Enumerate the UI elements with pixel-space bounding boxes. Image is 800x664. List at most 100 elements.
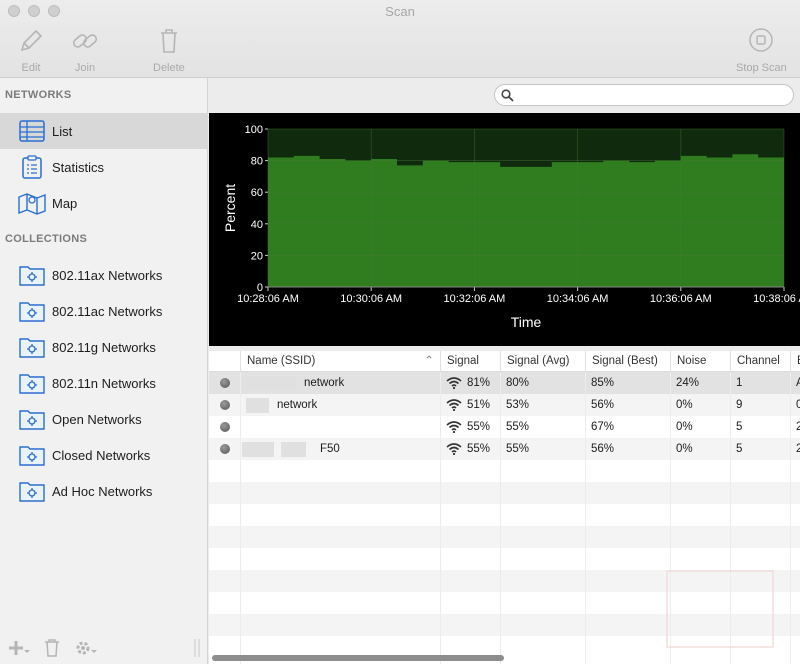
sidebar-item-open-networks[interactable]: Open Networks: [0, 401, 208, 437]
column-header-channel[interactable]: Channel: [730, 351, 790, 372]
resize-handle-icon[interactable]: [194, 638, 200, 660]
sidebar: NETWORKS List Statistics Map COLLECTIONS…: [0, 78, 208, 664]
column-header-band[interactable]: B: [790, 351, 800, 372]
edit-button[interactable]: Edit: [16, 26, 46, 74]
sidebar-item-80211ac[interactable]: 802.11ac Networks: [0, 293, 208, 329]
sort-ascending-icon: ⌃: [424, 355, 434, 367]
column-header-signal-avg[interactable]: Signal (Avg): [500, 351, 585, 372]
folder-gear-icon: [18, 441, 46, 469]
y-tick-label: 40: [251, 219, 263, 231]
x-tick-label: 10:28:06 AM: [237, 293, 299, 305]
signal-cell: 55%: [440, 416, 500, 438]
column-header-noise[interactable]: Noise: [670, 351, 730, 372]
window-title: Scan: [385, 4, 415, 19]
signal-cell: 81%: [440, 372, 500, 394]
sidebar-item-ad-hoc-networks[interactable]: Ad Hoc Networks: [0, 473, 208, 509]
wifi-icon: [446, 421, 462, 433]
wifi-icon: [446, 377, 462, 389]
stop-scan-button[interactable]: Stop Scan: [736, 26, 787, 74]
sidebar-item-label: Statistics: [52, 159, 105, 175]
search-input[interactable]: [494, 84, 794, 106]
x-tick-label: 10:38:06 AM: [753, 293, 800, 305]
sidebar-footer: [0, 634, 208, 664]
wifi-icon: [446, 443, 462, 455]
status-dot: [220, 444, 230, 454]
table-row[interactable]: network 51% 53% 56% 0% 9 0: [209, 394, 800, 416]
redacted-name-block: [274, 376, 296, 391]
column-divider: [585, 372, 586, 664]
delete-button[interactable]: Delete: [153, 26, 185, 74]
pencil-icon: [20, 29, 43, 52]
gear-icon[interactable]: [74, 639, 98, 660]
link-icon: [72, 34, 98, 48]
channel-cell: 5: [736, 421, 743, 433]
empty-table-row: [209, 548, 800, 570]
y-axis-label: Percent: [222, 184, 238, 232]
signal-chart-svg: 02040608010010:28:06 AM 10:30:06 AM 10:32:…: [222, 124, 800, 330]
sidebar-item-label: 802.11ac Networks: [52, 303, 163, 319]
folder-gear-icon: [18, 369, 46, 397]
sidebar-item-80211n[interactable]: 802.11n Networks: [0, 365, 208, 401]
sidebar-item-statistics[interactable]: Statistics: [0, 149, 208, 185]
collections-section-title: COLLECTIONS: [5, 233, 88, 245]
column-header-signal-best[interactable]: Signal (Best): [585, 351, 670, 372]
signal-avg-cell: 80%: [506, 377, 530, 389]
column-divider: [500, 372, 501, 664]
x-tick-label: 10:30:06 AM: [340, 293, 402, 305]
sidebar-item-label: Open Networks: [52, 411, 142, 427]
search-icon: [501, 89, 514, 102]
signal-chart: 0 20 40 60 80 100 10:28:06 AM 10:30:06 AM 10:32:…: [209, 113, 800, 346]
column-header-name[interactable]: Name (SSID) ⌃: [240, 351, 440, 372]
channel-cell: 9: [736, 399, 743, 411]
sidebar-item-map[interactable]: Map: [0, 185, 208, 221]
status-dot: [220, 378, 230, 388]
sidebar-item-80211g[interactable]: 802.11g Networks: [0, 329, 208, 365]
stop-icon: [749, 28, 774, 52]
table-row[interactable]: F50 55% 55% 56% 0% 5 2: [209, 438, 800, 460]
clipboard-icon: [18, 153, 46, 181]
empty-table-row: [209, 504, 800, 526]
signal-best-cell: 85%: [591, 377, 615, 389]
x-tick-label: 10:36:06 AM: [650, 293, 712, 305]
table-row[interactable]: network 81% 80% 85% 24% 1 A: [209, 372, 800, 394]
sidebar-item-list[interactable]: List: [0, 113, 208, 149]
noise-cell: 0%: [676, 443, 693, 455]
join-button[interactable]: Join: [70, 26, 100, 74]
signal-value: 51%: [467, 399, 491, 411]
sidebar-item-closed-networks[interactable]: Closed Networks: [0, 437, 208, 473]
sidebar-item-label: Ad Hoc Networks: [52, 483, 153, 499]
empty-table-row: [209, 460, 800, 482]
signal-avg-cell: 53%: [506, 399, 530, 411]
column-header-signal[interactable]: Signal: [440, 351, 500, 372]
edit-label: Edit: [21, 62, 41, 74]
empty-table-row: [209, 482, 800, 504]
x-tick-label: 10:34:06 AM: [547, 293, 609, 305]
stop-scan-label: Stop Scan: [736, 62, 787, 74]
channel-cell: 1: [736, 377, 743, 389]
extra-cell: 2: [796, 443, 800, 455]
list-icon: [18, 117, 46, 145]
sidebar-item-label: Map: [52, 195, 78, 211]
folder-gear-icon: [18, 333, 46, 361]
extra-cell: 2: [796, 421, 800, 433]
add-collection-icon[interactable]: [8, 639, 30, 660]
ssid-cell: network: [277, 399, 318, 411]
trash-icon[interactable]: [44, 638, 60, 660]
folder-gear-icon: [18, 477, 46, 505]
redacted-name-block: [242, 376, 274, 391]
table-header: Name (SSID) ⌃ Signal Signal (Avg) Signal…: [209, 351, 800, 372]
map-icon: [18, 189, 46, 217]
horizontal-scrollbar[interactable]: [212, 655, 504, 661]
redacted-name-block: [242, 442, 274, 457]
sidebar-item-80211ax[interactable]: 802.11ax Networks: [0, 257, 208, 293]
x-axis-label: Time: [511, 314, 542, 330]
noise-cell: 24%: [676, 377, 700, 389]
sidebar-item-label: Closed Networks: [52, 447, 151, 463]
sidebar-item-label: List: [52, 123, 73, 139]
extra-cell: 0: [796, 399, 800, 411]
column-divider: [440, 372, 441, 664]
signal-cell: 51%: [440, 394, 500, 416]
noise-cell: 0%: [676, 421, 693, 433]
sidebar-item-label: 802.11g Networks: [52, 339, 156, 355]
table-row[interactable]: 55% 55% 67% 0% 5 2: [209, 416, 800, 438]
